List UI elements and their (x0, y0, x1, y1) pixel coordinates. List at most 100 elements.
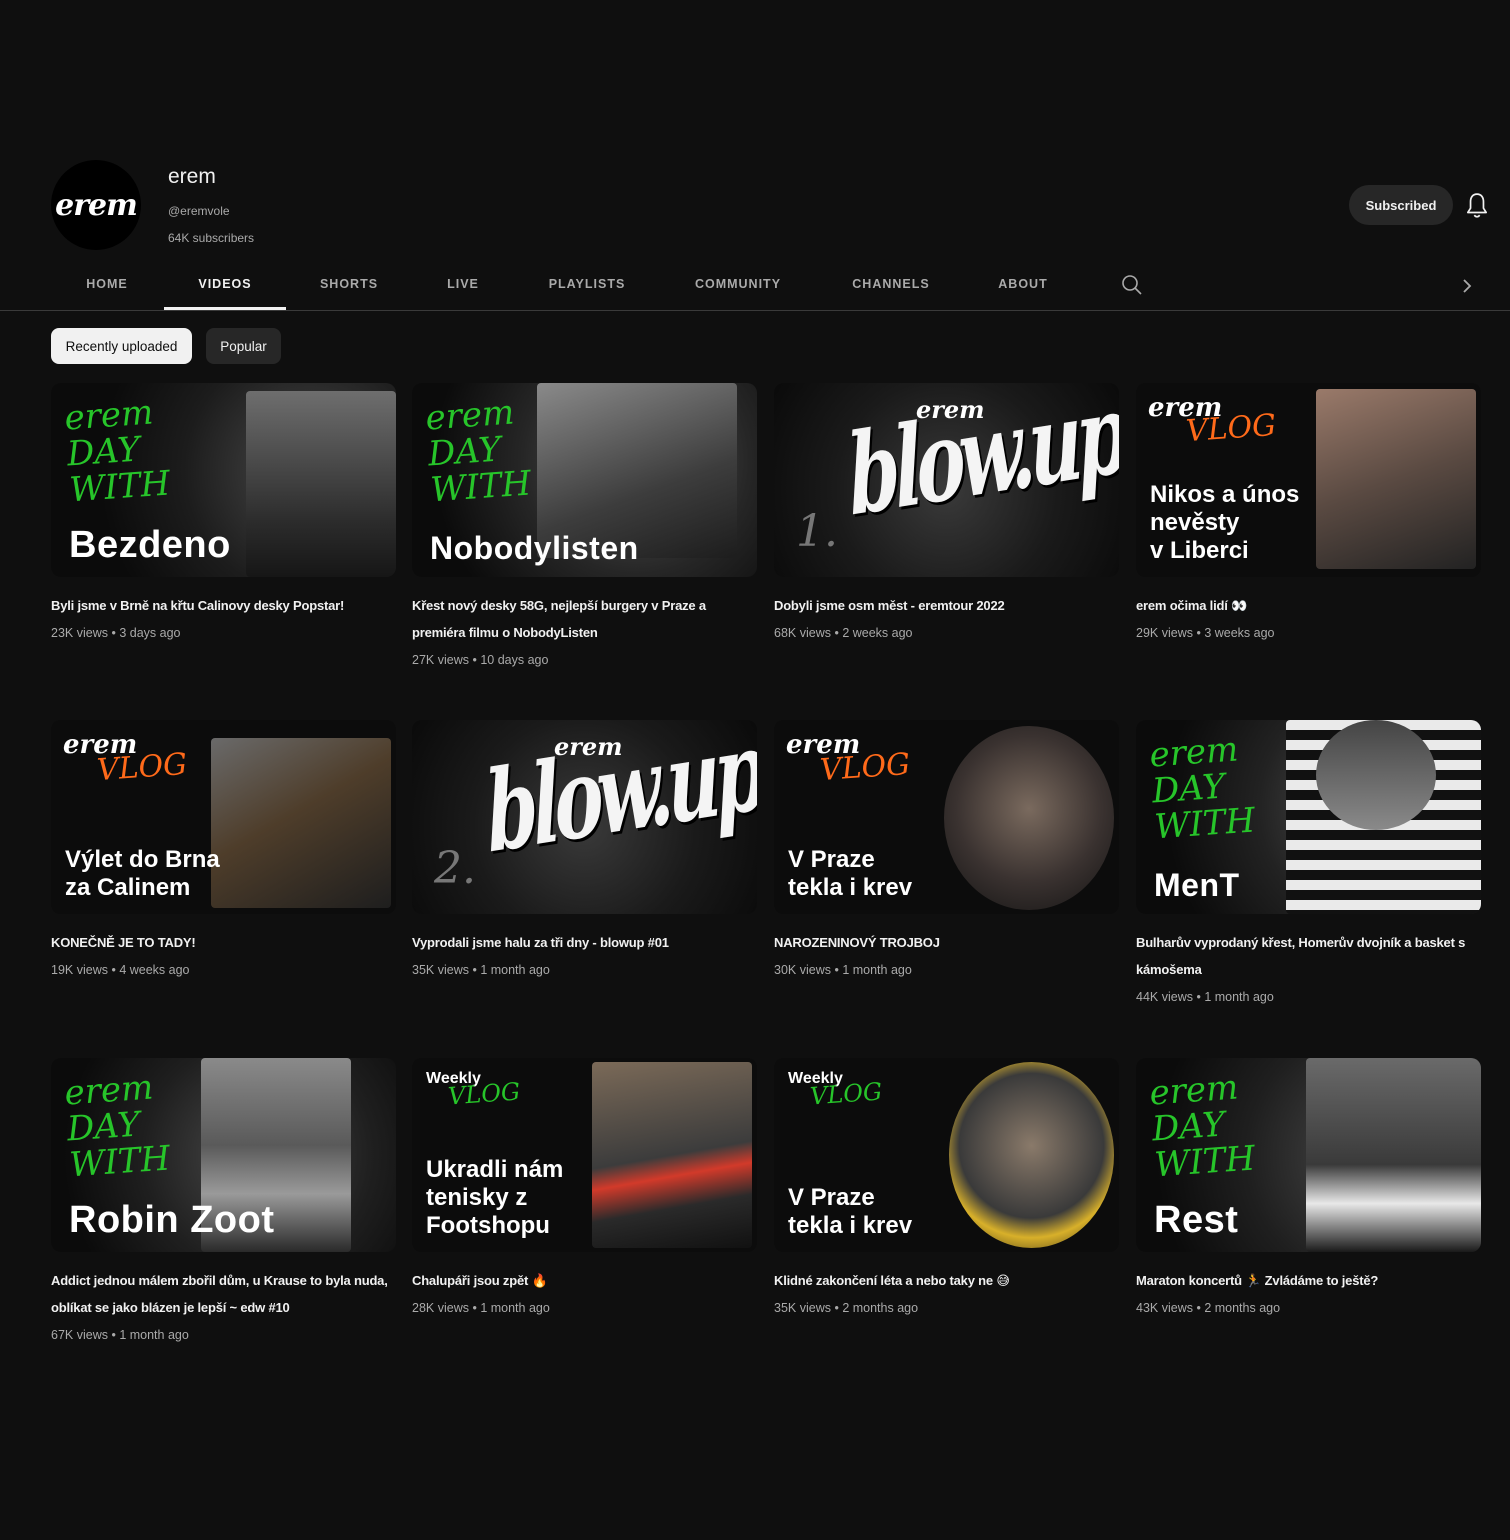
video-title[interactable]: KONEČNĚ JE TO TADY! (51, 929, 391, 956)
thumb-edw-label: erem DAY WITH (424, 392, 533, 511)
video-meta: 43K views • 2 months ago (1136, 1301, 1281, 1315)
tab-live[interactable]: LIVE (433, 262, 493, 310)
video-meta: 67K views • 1 month ago (51, 1328, 189, 1342)
chevron-right-icon[interactable] (1458, 276, 1476, 296)
video-card[interactable]: erem DAY WITH Nobodylisten Křest nový de… (412, 383, 757, 670)
video-title[interactable]: NAROZENINOVÝ TROJBOJ (774, 929, 1114, 956)
thumb-text: Robin Zoot (69, 1199, 275, 1241)
video-thumbnail[interactable]: erem DAY WITH Rest (1136, 1058, 1481, 1252)
chip-popular[interactable]: Popular (206, 328, 281, 364)
view-count: 23K views (51, 626, 108, 640)
video-title[interactable]: Dobyli jsme osm měst - eremtour 2022 (774, 592, 1114, 619)
thumb-text: Ukradli nám tenisky z Footshopu (426, 1156, 564, 1239)
video-title[interactable]: Klidné zakončení léta a nebo taky ne 😅 (774, 1267, 1114, 1294)
upload-age: 3 weeks ago (1204, 626, 1275, 640)
thumb-number: 2. (434, 843, 476, 894)
bell-icon[interactable] (1464, 192, 1490, 220)
tab-playlists[interactable]: PLAYLISTS (537, 262, 637, 310)
view-count: 19K views (51, 963, 108, 977)
subscriber-count: 64K subscribers (168, 231, 255, 245)
video-title[interactable]: Bulharův vyprodaný křest, Homerův dvojní… (1136, 929, 1476, 983)
thumb-edw-label: erem DAY WITH (1148, 729, 1257, 848)
video-title[interactable]: Chalupáři jsou zpět 🔥 (412, 1267, 752, 1294)
thumb-text: MenT (1154, 867, 1240, 903)
video-thumbnail[interactable]: erem DAY WITH Robin Zoot (51, 1058, 396, 1252)
tab-home[interactable]: HOME (70, 262, 144, 310)
thumb-vlog-label: VLOG (818, 746, 912, 789)
thumb-text: Rest (1154, 1199, 1239, 1241)
video-thumbnail[interactable]: erem DAY WITH MenT (1136, 720, 1481, 914)
view-count: 68K views (774, 626, 831, 640)
video-card[interactable]: erem blow.up 1. Dobyli jsme osm měst - e… (774, 383, 1119, 643)
tab-videos[interactable]: VIDEOS (164, 262, 286, 310)
video-card[interactable]: erem DAY WITH MenT Bulharův vyprodaný kř… (1136, 720, 1481, 1007)
video-thumbnail[interactable]: erem blow.up 1. (774, 383, 1119, 577)
view-count: 35K views (774, 1301, 831, 1315)
upload-age: 1 month ago (480, 963, 550, 977)
video-card[interactable]: erem VLOG Nikos a únos nevěsty v Liberci… (1136, 383, 1481, 643)
video-thumbnail[interactable]: erem blow.up 2. (412, 720, 757, 914)
thumb-edw-label: erem DAY WITH (1148, 1067, 1257, 1186)
video-card[interactable]: erem VLOG V Praze tekla i krev NAROZENIN… (774, 720, 1119, 980)
channel-tabs: HOME VIDEOS SHORTS LIVE PLAYLISTS COMMUN… (0, 262, 1510, 311)
video-card[interactable]: Weekly VLOG Ukradli nám tenisky z Footsh… (412, 1058, 757, 1318)
tab-about[interactable]: ABOUT (990, 262, 1056, 310)
chip-recently-uploaded[interactable]: Recently uploaded (51, 328, 192, 364)
tab-channels[interactable]: CHANNELS (841, 262, 941, 310)
video-meta: 44K views • 1 month ago (1136, 990, 1274, 1004)
video-thumbnail[interactable]: erem DAY WITH Bezdeno (51, 383, 396, 577)
video-title[interactable]: Vyprodali jsme halu za tři dny - blowup … (412, 929, 752, 956)
upload-age: 1 month ago (842, 963, 912, 977)
thumb-text: Nikos a únos nevěsty v Liberci (1150, 481, 1300, 564)
tab-community[interactable]: COMMUNITY (683, 262, 793, 310)
video-card[interactable]: Weekly VLOG V Praze tekla i krev Klidné … (774, 1058, 1119, 1318)
channel-name: erem (168, 165, 216, 188)
upload-age: 1 month ago (119, 1328, 189, 1342)
video-meta: 30K views • 1 month ago (774, 963, 912, 977)
channel-avatar-logo: erem (55, 187, 138, 223)
video-meta: 19K views • 4 weeks ago (51, 963, 190, 977)
upload-age: 1 month ago (1204, 990, 1274, 1004)
video-thumbnail[interactable]: erem DAY WITH Nobodylisten (412, 383, 757, 577)
video-card[interactable]: erem DAY WITH Rest Maraton koncertů 🏃 Zv… (1136, 1058, 1481, 1318)
video-thumbnail[interactable]: erem VLOG Výlet do Brna za Calinem (51, 720, 396, 914)
subscribed-button[interactable]: Subscribed (1349, 185, 1453, 225)
video-card[interactable]: erem VLOG Výlet do Brna za Calinem KONEČ… (51, 720, 396, 980)
upload-age: 2 months ago (1204, 1301, 1281, 1315)
video-meta: 27K views • 10 days ago (412, 653, 549, 667)
thumb-text: Výlet do Brna za Calinem (65, 846, 220, 901)
thumb-vlog-label: VLOG (809, 1077, 884, 1111)
thumb-number: 1. (796, 506, 838, 557)
view-count: 28K views (412, 1301, 469, 1315)
video-meta: 29K views • 3 weeks ago (1136, 626, 1275, 640)
view-count: 67K views (51, 1328, 108, 1342)
video-title[interactable]: Addict jednou málem zbořil dům, u Krause… (51, 1267, 391, 1321)
video-thumbnail[interactable]: erem VLOG Nikos a únos nevěsty v Liberci (1136, 383, 1481, 577)
thumb-text: Bezdeno (69, 524, 231, 566)
video-title[interactable]: Maraton koncertů 🏃 Zvládáme to ještě? (1136, 1267, 1476, 1294)
thumb-vlog-label: VLOG (95, 746, 189, 789)
view-count: 44K views (1136, 990, 1193, 1004)
video-card[interactable]: erem DAY WITH Robin Zoot Addict jednou m… (51, 1058, 396, 1345)
view-count: 29K views (1136, 626, 1193, 640)
view-count: 43K views (1136, 1301, 1193, 1315)
video-thumbnail[interactable]: erem VLOG V Praze tekla i krev (774, 720, 1119, 914)
search-icon[interactable] (1121, 274, 1143, 296)
video-thumbnail[interactable]: Weekly VLOG V Praze tekla i krev (774, 1058, 1119, 1252)
video-meta: 35K views • 2 months ago (774, 1301, 919, 1315)
view-count: 27K views (412, 653, 469, 667)
video-meta: 28K views • 1 month ago (412, 1301, 550, 1315)
thumb-edw-label: erem DAY WITH (63, 1067, 172, 1186)
channel-avatar[interactable]: erem (51, 160, 141, 250)
video-title[interactable]: Byli jsme v Brně na křtu Calinovy desky … (51, 592, 391, 619)
video-title[interactable]: erem očima lidí 👀 (1136, 592, 1476, 619)
video-title[interactable]: Křest nový desky 58G, nejlepší burgery v… (412, 592, 752, 646)
video-meta: 35K views • 1 month ago (412, 963, 550, 977)
video-meta: 68K views • 2 weeks ago (774, 626, 913, 640)
thumb-vlog-label: VLOG (1184, 407, 1278, 450)
tab-shorts[interactable]: SHORTS (306, 262, 392, 310)
thumb-text: V Praze tekla i krev (788, 1184, 913, 1239)
video-card[interactable]: erem blow.up 2. Vyprodali jsme halu za t… (412, 720, 757, 980)
video-card[interactable]: erem DAY WITH Bezdeno Byli jsme v Brně n… (51, 383, 396, 643)
video-thumbnail[interactable]: Weekly VLOG Ukradli nám tenisky z Footsh… (412, 1058, 757, 1252)
